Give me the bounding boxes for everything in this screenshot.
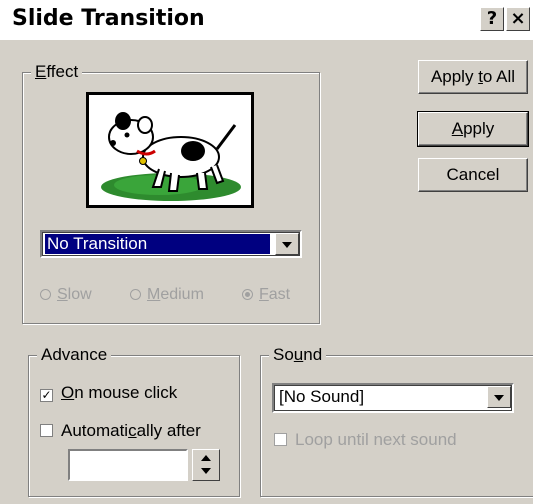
radio-circle-icon — [40, 289, 51, 300]
on-mouse-click-checkbox[interactable]: ✓ On mouse click — [40, 383, 177, 403]
help-icon[interactable]: ? — [480, 7, 504, 31]
sound-select[interactable]: [No Sound] — [272, 383, 514, 413]
transition-preview — [86, 92, 254, 208]
chevron-down-icon[interactable] — [487, 386, 511, 408]
apply-button[interactable]: Apply — [417, 111, 529, 147]
auto-advance-time-input[interactable] — [68, 449, 188, 481]
apply-to-all-button[interactable]: Apply to All — [418, 60, 528, 94]
radio-slow[interactable]: Slow — [40, 286, 92, 304]
time-spinner[interactable] — [192, 449, 220, 481]
cancel-button[interactable]: Cancel — [418, 158, 528, 192]
sound-select-value: [No Sound] — [279, 387, 365, 406]
effect-group-label: Effect — [31, 62, 83, 82]
checkbox-icon — [40, 424, 53, 437]
radio-medium[interactable]: Medium — [130, 286, 204, 304]
chevron-down-icon[interactable] — [275, 233, 299, 255]
dog-picture-icon — [89, 95, 251, 205]
radio-circle-icon — [130, 289, 141, 300]
sound-group-label: Sound — [269, 345, 327, 365]
loop-until-next-sound-checkbox[interactable]: Loop until next sound — [274, 430, 457, 450]
sound-group: Sound — [260, 345, 533, 497]
checkbox-checked-icon: ✓ — [40, 388, 53, 402]
automatically-after-checkbox[interactable]: Automatically after — [40, 421, 201, 441]
close-icon[interactable]: × — [506, 7, 530, 31]
title-bar: Slide Transition ? × — [0, 0, 533, 40]
slide-transition-dialog: Slide Transition ? × Effect No Transitio… — [0, 0, 533, 504]
transition-select-value: No Transition — [45, 234, 270, 254]
dialog-title: Slide Transition — [12, 6, 205, 31]
transition-select[interactable]: No Transition — [40, 230, 302, 258]
advance-group-label: Advance — [37, 345, 112, 365]
radio-fast[interactable]: Fast — [242, 286, 290, 304]
spin-down-icon[interactable] — [201, 468, 211, 474]
radio-selected-icon — [242, 289, 253, 300]
checkbox-icon — [274, 433, 287, 446]
spin-up-icon[interactable] — [201, 455, 211, 461]
